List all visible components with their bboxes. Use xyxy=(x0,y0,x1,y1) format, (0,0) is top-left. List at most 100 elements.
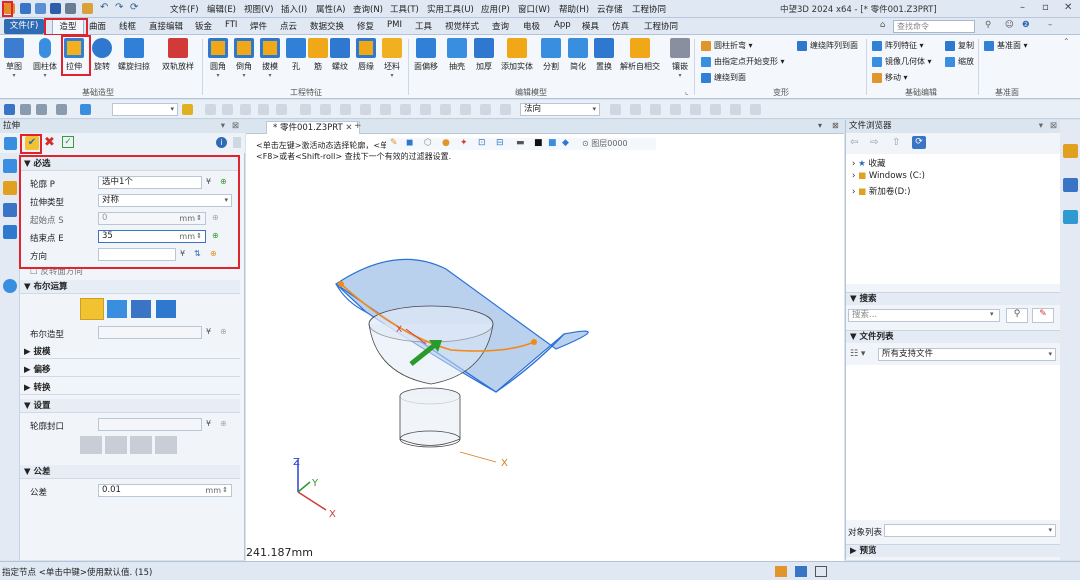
back-icon[interactable]: ⇦ xyxy=(850,137,858,148)
tab-pmi[interactable]: PMI xyxy=(387,20,402,30)
history-icon[interactable] xyxy=(3,159,17,173)
tab-collab[interactable]: 工程协同 xyxy=(644,20,678,32)
menu-attribute[interactable]: 属性(A) xyxy=(316,3,345,15)
draft-button[interactable]: 拔模 ▾ xyxy=(260,38,280,79)
cancel-x-icon[interactable]: ✖ xyxy=(44,135,55,150)
add-solid-button[interactable]: 添加实体 xyxy=(501,38,533,72)
split-button[interactable]: 分割 xyxy=(541,38,561,72)
command-search-input[interactable]: 查找命令 xyxy=(893,20,975,33)
menu-query[interactable]: 查询(N) xyxy=(353,3,383,15)
status-fullscreen-icon[interactable] xyxy=(815,566,827,577)
tab-weldment[interactable]: 焊件 xyxy=(250,20,267,32)
emboss-button[interactable]: 镶嵌 ▾ xyxy=(670,38,690,79)
self-intersect-button[interactable]: 解析自相交 xyxy=(620,38,660,72)
menu-edit[interactable]: 编辑(E) xyxy=(207,3,236,15)
face-offset-button[interactable]: 面偏移 xyxy=(414,38,438,72)
maximize-icon[interactable]: ▫ xyxy=(1042,2,1049,13)
search-icon[interactable]: ⚲ xyxy=(985,20,991,30)
file-search-input[interactable]: 搜索... xyxy=(848,309,1000,322)
new-file-icon[interactable] xyxy=(20,3,31,14)
tree-favorites[interactable]: › ★ 收藏 xyxy=(852,157,885,169)
properties-icon[interactable] xyxy=(3,181,17,195)
cap-option-4-icon[interactable] xyxy=(155,436,177,454)
menu-help[interactable]: 帮助(H) xyxy=(559,3,589,15)
view-manager-icon[interactable] xyxy=(3,203,17,217)
tab-surface[interactable]: 曲面 xyxy=(89,20,106,32)
select-arrow-icon[interactable] xyxy=(4,104,15,115)
object-list-select[interactable]: ▾ xyxy=(884,524,1056,537)
thicken-button[interactable]: 加厚 xyxy=(474,38,494,72)
cap-option-3-icon[interactable] xyxy=(130,436,152,454)
copy-tool[interactable]: 复制 xyxy=(945,40,974,51)
status-view-icon[interactable] xyxy=(775,566,787,577)
tab-data-exchange[interactable]: 数据交换 xyxy=(310,20,344,32)
tab-mold[interactable]: 模具 xyxy=(582,20,599,32)
menu-tools[interactable]: 工具(T) xyxy=(390,3,419,15)
cylinder-button[interactable]: 圆柱体 ▾ xyxy=(33,38,57,79)
pattern-feature-tool[interactable]: 阵列特征 ▾ xyxy=(872,40,924,51)
tab-simulation[interactable]: 仿真 xyxy=(612,20,629,32)
file-type-select[interactable]: 所有支持文件 ▾ xyxy=(878,348,1056,361)
spiral-sweep-button[interactable]: 螺旋扫掠 xyxy=(118,38,150,72)
shell-button[interactable]: 抽壳 xyxy=(447,38,467,72)
library-dock-icon[interactable] xyxy=(1063,178,1078,192)
sketch-button[interactable]: 草图 ▾ xyxy=(4,38,24,79)
boolean-add-icon[interactable] xyxy=(107,300,127,318)
tab-fti[interactable]: FTI xyxy=(225,20,237,30)
settings-icon[interactable] xyxy=(82,3,93,14)
tab-pointcloud[interactable]: 点云 xyxy=(280,20,297,32)
tab-sheetmetal[interactable]: 钣金 xyxy=(195,20,212,32)
menu-apps[interactable]: 应用(P) xyxy=(481,3,510,15)
open-file-icon[interactable] xyxy=(35,3,46,14)
tab-wireframe[interactable]: 线框 xyxy=(119,20,136,32)
menu-utilities[interactable]: 实用工具(U) xyxy=(427,3,474,15)
thread-button[interactable]: 螺纹 xyxy=(330,38,350,72)
status-display-icon[interactable] xyxy=(795,566,807,577)
user-icon[interactable]: ☺ xyxy=(1005,20,1014,30)
tree-drive-d[interactable]: › ■ 新加卷(D:) xyxy=(852,185,910,197)
deform-from-point-tool[interactable]: 由指定点开始变形 ▾ xyxy=(701,56,785,67)
cylinder-bend-tool[interactable]: 圆柱折弯 ▾ xyxy=(701,40,753,51)
refresh-icon[interactable]: ⟳ xyxy=(912,136,926,149)
model-graphics[interactable]: X X Z X Y xyxy=(246,134,844,561)
info-icon[interactable]: i xyxy=(216,137,227,148)
undo-icon[interactable]: ↶ xyxy=(100,3,111,14)
scale-tool[interactable]: 缩放 xyxy=(945,56,974,67)
minimize-icon[interactable]: – xyxy=(1020,2,1025,13)
file-search-button[interactable]: ⚲ xyxy=(1006,308,1028,323)
viewport-close-icon[interactable]: ⊠ xyxy=(832,121,839,130)
select-object-icon[interactable] xyxy=(80,104,91,115)
document-tab[interactable]: * 零件001.Z3PRT ✕ xyxy=(266,121,360,134)
tab-query[interactable]: 查询 xyxy=(492,20,509,32)
preview-section-header[interactable]: ▶ 预览 xyxy=(846,544,1061,557)
menu-collab[interactable]: 工程协同 xyxy=(632,3,666,15)
cap-option-1-icon[interactable] xyxy=(80,436,102,454)
tab-tools[interactable]: 工具 xyxy=(415,20,432,32)
tab-visual-style[interactable]: 视觉样式 xyxy=(445,20,479,32)
filter-settings-icon[interactable] xyxy=(182,104,193,115)
tab-close-icon[interactable]: ✕ xyxy=(345,123,352,133)
menu-view[interactable]: 视图(V) xyxy=(244,3,273,15)
menu-insert[interactable]: 插入(I) xyxy=(281,3,307,15)
revolve-button[interactable]: 旋转 xyxy=(92,38,112,72)
wrap-to-face-tool[interactable]: 缠绕到面 xyxy=(701,72,746,83)
tree-drive-c[interactable]: › ■ Windows (C:) xyxy=(852,171,925,181)
tab-file[interactable]: 文件(F) xyxy=(4,19,44,34)
apply-icon[interactable]: ✓ xyxy=(62,136,74,148)
help-icon[interactable]: ❷ xyxy=(1022,20,1030,30)
boolean-base-icon[interactable] xyxy=(80,298,104,320)
simplify-button[interactable]: 简化 xyxy=(568,38,588,72)
boolean-shape-field[interactable] xyxy=(98,326,202,339)
file-browser-close-icon[interactable]: ⊠ xyxy=(1050,120,1057,133)
boolean-intersect-icon[interactable] xyxy=(156,300,176,318)
parts-dock-icon[interactable] xyxy=(1063,210,1078,224)
menu-cloud[interactable]: 云存储 xyxy=(597,3,623,15)
menu-window[interactable]: 窗口(W) xyxy=(518,3,550,15)
save-icon[interactable] xyxy=(50,3,61,14)
file-browser-dock-icon[interactable] xyxy=(1063,144,1078,158)
filter-type-select[interactable]: ▾ xyxy=(112,103,178,116)
move-tool[interactable]: 移动 ▾ xyxy=(872,72,908,83)
profile-cap-field[interactable] xyxy=(98,418,202,431)
pick-filter-icon[interactable] xyxy=(20,104,31,115)
view-mode-icon[interactable]: ☷ ▾ xyxy=(850,349,865,359)
